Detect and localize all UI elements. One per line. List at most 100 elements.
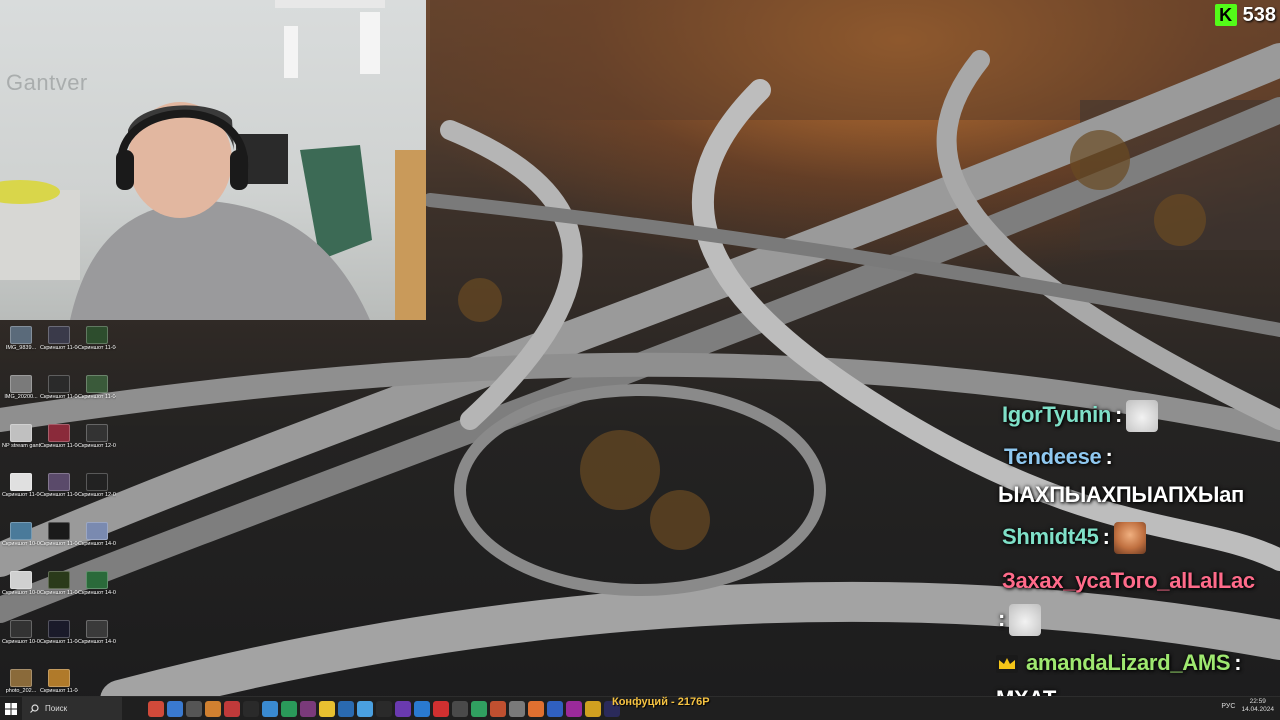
desktop-icon-label: Скриншот 11-04-20... (40, 394, 78, 400)
desktop-icon-label: NP stream gantver1... (2, 443, 40, 449)
taskbar-app-icon[interactable] (565, 700, 582, 717)
chat-message: IgorTyunin: (1002, 400, 1159, 432)
file-thumbnail-icon (86, 522, 108, 540)
chat-message: Shmidt45: (1002, 522, 1146, 554)
taskbar-app-icon[interactable] (527, 700, 544, 717)
file-thumbnail-icon (10, 571, 32, 589)
desktop-icon[interactable]: Скриншот 12-04-20... (78, 471, 116, 521)
desktop-icon[interactable]: Скриншот 11-04-20... (40, 471, 78, 521)
taskbar-app-icon[interactable] (147, 700, 164, 717)
taskbar-app-icon[interactable] (584, 700, 601, 717)
file-thumbnail-icon (48, 473, 70, 491)
chat-separator: : (1105, 444, 1113, 469)
file-thumbnail-icon (86, 375, 108, 393)
webcam-overlay: Gantver (0, 0, 426, 320)
desktop-icon-label: Скриншот 14-04-20... (78, 541, 116, 547)
taskbar-app-icon[interactable] (413, 700, 430, 717)
start-button[interactable] (0, 697, 22, 720)
donation-alert: Конфуций - 2176Р (612, 696, 710, 708)
chat-message: : (998, 604, 1042, 636)
system-tray: РУС 22:59 14.04.2024 (1221, 698, 1274, 714)
chat-message: amandaLizard_AMS: (996, 650, 1245, 676)
file-thumbnail-icon (10, 424, 32, 442)
file-thumbnail-icon (10, 669, 32, 687)
desktop-icon-label: Скриншот 11-04-20... (40, 639, 78, 645)
cat-emote-icon (1126, 400, 1159, 432)
desktop-icon[interactable]: Скриншот 11-04-20... (40, 422, 78, 472)
desktop-icon[interactable]: NP stream gantver1... (2, 422, 40, 472)
search-placeholder: Поиск (45, 704, 68, 713)
taskbar-app-icon[interactable] (261, 700, 278, 717)
file-thumbnail-icon (86, 473, 108, 491)
taskbar-app-icon[interactable] (242, 700, 259, 717)
taskbar-app-icon[interactable] (337, 700, 354, 717)
desktop-icon[interactable]: Скриншот 11-04-20... (78, 324, 116, 374)
cat-emote-icon (1009, 604, 1042, 636)
taskbar-app-icon[interactable] (375, 700, 392, 717)
desktop-icon-label: IMG_9839... (5, 345, 37, 351)
file-thumbnail-icon (48, 375, 70, 393)
file-thumbnail-icon (86, 424, 108, 442)
desktop-icon-label: Скриншот 11-04-20... (40, 541, 78, 547)
desktop-icon[interactable]: Скриншот 14-04-20... (78, 520, 116, 570)
taskbar-clock[interactable]: 22:59 14.04.2024 (1241, 698, 1274, 714)
file-thumbnail-icon (48, 424, 70, 442)
desktop-icon-label: Скриншот 11-04-20... (40, 443, 78, 449)
taskbar-app-icon[interactable] (204, 700, 221, 717)
chat-username: amandaLizard_AMS (1026, 650, 1231, 675)
file-thumbnail-icon (10, 473, 32, 491)
crown-icon (996, 655, 1018, 674)
desktop-icon-label: IMG_20200... (4, 394, 38, 400)
face-emote-icon (1113, 522, 1146, 554)
file-thumbnail-icon (10, 375, 32, 393)
chat-separator: : (1102, 523, 1110, 549)
chat-username: IgorTyunin (1002, 401, 1112, 427)
desktop-icon-label: Скриншот 10-04-20... (2, 590, 40, 596)
desktop-icon[interactable]: Скриншот 14-04-20... (78, 569, 116, 619)
viewer-count: 538 (1242, 3, 1276, 26)
file-thumbnail-icon (48, 326, 70, 344)
desktop-icon[interactable]: Скриншот 11-04-20... (40, 373, 78, 423)
taskbar-app-icon[interactable] (185, 700, 202, 717)
desktop-icon[interactable]: Скриншот 11-04-20... (40, 618, 78, 668)
tray-language[interactable]: РУС (1221, 703, 1235, 710)
desktop-icon[interactable]: Скриншот 11-04-20... (2, 471, 40, 521)
desktop-icon[interactable]: IMG_9839... (2, 324, 40, 374)
desktop-icon[interactable]: Скриншот 11-04-20... (40, 324, 78, 374)
taskbar-app-icon[interactable] (318, 700, 335, 717)
taskbar-app-icon[interactable] (489, 700, 506, 717)
taskbar-app-icon[interactable] (166, 700, 183, 717)
desktop-icon[interactable]: Скриншот 10-04-20... (2, 520, 40, 570)
taskbar-app-icon[interactable] (223, 700, 240, 717)
taskbar-app-icon[interactable] (451, 700, 468, 717)
search-icon (30, 704, 39, 713)
taskbar-app-icon[interactable] (470, 700, 487, 717)
desktop-icon-label: Скриншот 11-04-20... (40, 345, 78, 351)
chat-message: Захах_усаТого_alLalLac (1002, 568, 1255, 594)
taskbar-app-icon[interactable] (508, 700, 525, 717)
chat-separator: : (1115, 401, 1123, 427)
desktop-icon[interactable]: Скриншот 14-04-20... (78, 618, 116, 668)
taskbar-app-icon[interactable] (546, 700, 563, 717)
chat-text: ЫАХПЫАХПЫАПХЫап (998, 482, 1245, 507)
desktop-icon[interactable]: Скриншот 12-04-20... (78, 422, 116, 472)
taskbar-search[interactable]: Поиск (22, 696, 122, 720)
taskbar-app-icon[interactable] (394, 700, 411, 717)
file-thumbnail-icon (10, 522, 32, 540)
chat-message: Tendeese: (1004, 444, 1117, 470)
desktop-icon[interactable]: Скриншот 11-04-20... (40, 569, 78, 619)
taskbar-app-icon[interactable] (432, 700, 449, 717)
windows-logo-icon (5, 702, 17, 715)
desktop-icon[interactable]: Скриншот 10-04-20... (2, 569, 40, 619)
desktop-icon[interactable]: Скриншот 11-04-20... (40, 520, 78, 570)
chat-separator: : (1234, 650, 1242, 675)
desktop-icon[interactable]: IMG_20200... (2, 373, 40, 423)
taskbar-apps (146, 700, 621, 717)
chat-username: Захах_усаТого_alLalLac (1002, 568, 1255, 593)
desktop-icon[interactable]: Скриншот 11-04-20... (78, 373, 116, 423)
kick-logo-icon: K (1214, 4, 1237, 26)
taskbar-app-icon[interactable] (280, 700, 297, 717)
taskbar-app-icon[interactable] (356, 700, 373, 717)
taskbar-app-icon[interactable] (299, 700, 316, 717)
desktop-icon[interactable]: Скриншот 10-04-20... (2, 618, 40, 668)
